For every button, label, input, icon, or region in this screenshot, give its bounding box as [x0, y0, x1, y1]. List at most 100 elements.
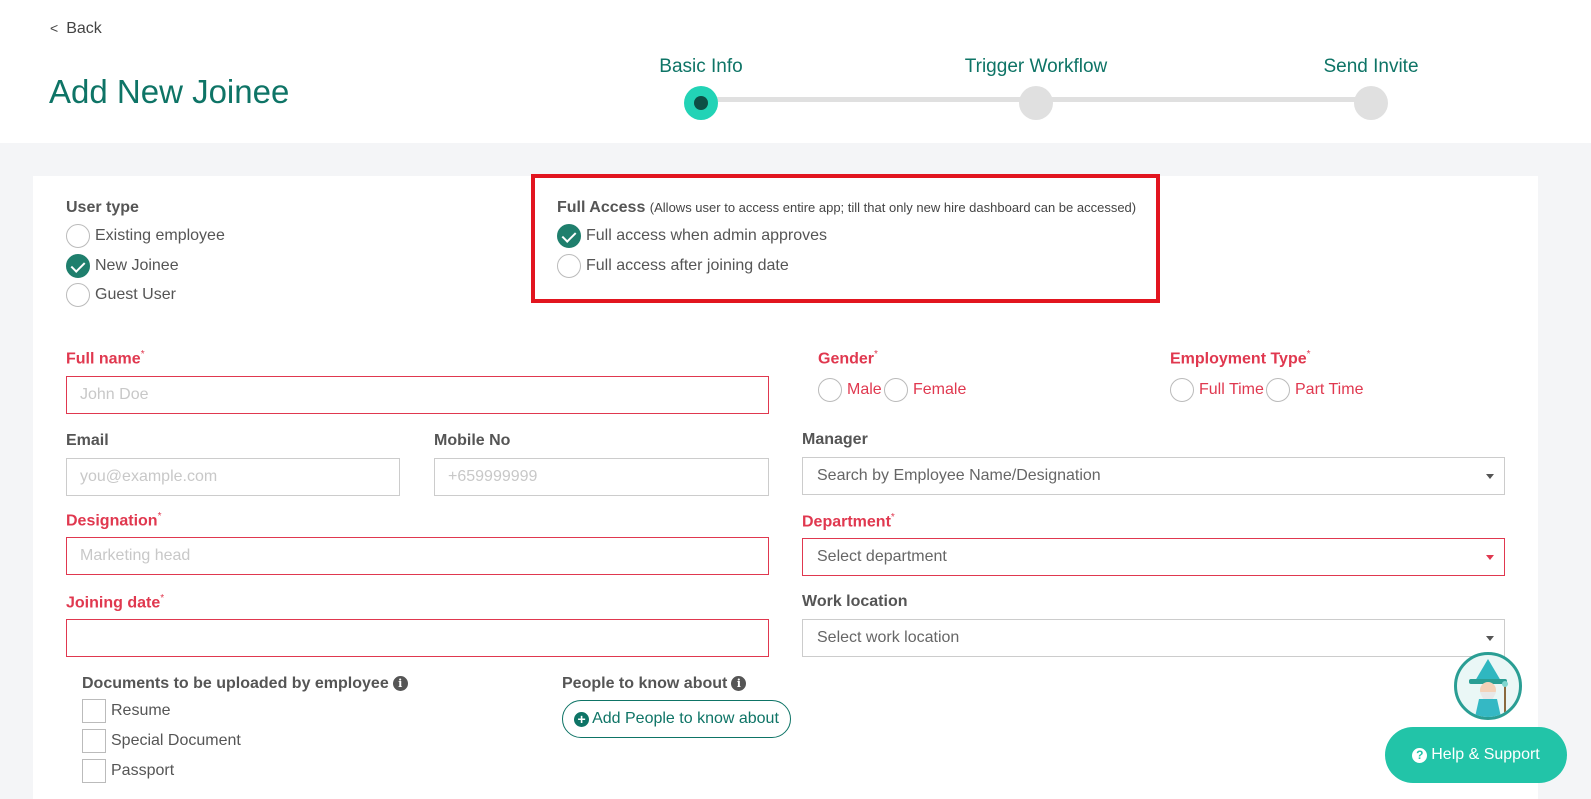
- work-location-select[interactable]: Select work location: [802, 619, 1505, 657]
- checkbox-label: Passport: [111, 762, 175, 779]
- radio-label: Guest User: [95, 286, 176, 303]
- checkbox-resume[interactable]: Resume: [82, 699, 171, 723]
- question-circle-icon: ?: [1412, 747, 1428, 763]
- radio-label: New Joinee: [95, 257, 179, 274]
- radio-new-joinee[interactable]: New Joinee: [66, 254, 179, 278]
- radio-full-access-admin[interactable]: Full access when admin approves: [557, 224, 827, 248]
- user-type-label: User type: [66, 199, 139, 216]
- label-text: Designation: [66, 512, 158, 530]
- label-text: Documents to be uploaded by employee: [82, 675, 389, 692]
- required-mark: *: [140, 349, 145, 360]
- radio-circle: [1266, 378, 1290, 402]
- checkbox-box: [82, 759, 106, 783]
- step-label-send-invite: Send Invite: [1323, 56, 1419, 77]
- radio-label: Full access after joining date: [586, 257, 789, 274]
- check-icon: [66, 254, 90, 278]
- radio-label: Full access when admin approves: [586, 227, 828, 244]
- radio-gender-male[interactable]: Male: [818, 378, 882, 402]
- plus-circle-icon: +: [574, 711, 590, 727]
- full-name-input[interactable]: [66, 376, 769, 414]
- page-title: Add New Joinee: [49, 73, 290, 110]
- form-card: User type Existing employee New Joinee G…: [33, 174, 1538, 799]
- work-location-label: Work location: [802, 593, 908, 610]
- checkbox-box: [82, 729, 106, 753]
- radio-label: Male: [847, 381, 882, 398]
- full-name-label: Full name*: [66, 349, 145, 368]
- checkbox-label: Resume: [111, 702, 171, 719]
- radio-label: Part Time: [1295, 381, 1364, 398]
- checkbox-special-document[interactable]: Special Document: [82, 729, 241, 753]
- people-label: People to know about i: [562, 675, 747, 693]
- checkbox-label: Special Document: [111, 732, 241, 749]
- full-access-title: Full Access: [557, 199, 646, 216]
- radio-circle: [66, 224, 90, 248]
- radio-gender-female[interactable]: Female: [884, 378, 966, 402]
- radio-guest-user[interactable]: Guest User: [66, 283, 176, 307]
- caret-down-icon: [1486, 474, 1494, 479]
- button-label: Help & Support: [1431, 746, 1540, 763]
- full-access-hint: (Allows user to access entire app; till …: [649, 200, 1137, 215]
- mobile-label: Mobile No: [434, 432, 511, 449]
- step-dot-basic-info[interactable]: [684, 86, 718, 120]
- step-label-basic-info: Basic Info: [659, 56, 743, 77]
- department-label: Department*: [802, 512, 895, 531]
- required-mark: *: [160, 593, 165, 604]
- department-select[interactable]: Select department: [802, 538, 1505, 576]
- select-placeholder: Select work location: [817, 629, 960, 646]
- radio-full-time[interactable]: Full Time: [1170, 378, 1264, 402]
- documents-label: Documents to be uploaded by employee i: [82, 675, 408, 693]
- check-icon: [557, 224, 581, 248]
- checkbox-passport[interactable]: Passport: [82, 759, 174, 783]
- radio-existing-employee[interactable]: Existing employee: [66, 224, 225, 248]
- radio-circle: [557, 254, 581, 278]
- select-placeholder: Search by Employee Name/Designation: [817, 467, 1101, 484]
- caret-down-icon: [1486, 555, 1494, 560]
- required-mark: *: [890, 512, 895, 523]
- radio-part-time[interactable]: Part Time: [1266, 378, 1363, 402]
- label-text: People to know about: [562, 675, 728, 692]
- stepper-track: [1036, 97, 1371, 102]
- add-people-button[interactable]: + Add People to know about: [562, 700, 791, 738]
- designation-input[interactable]: [66, 537, 769, 575]
- wizard-icon: [1469, 659, 1508, 717]
- step-label-trigger-workflow: Trigger Workflow: [964, 56, 1108, 77]
- required-mark: *: [157, 511, 162, 522]
- required-mark: *: [1306, 349, 1311, 360]
- radio-circle: [66, 283, 90, 307]
- required-mark: *: [874, 349, 878, 360]
- joining-date-input[interactable]: [66, 619, 769, 657]
- employment-type-label: Employment Type*: [1170, 349, 1311, 368]
- help-support-button[interactable]: ? Help & Support: [1385, 727, 1567, 783]
- caret-down-icon: [1486, 636, 1494, 641]
- radio-label: Existing employee: [95, 227, 225, 244]
- email-input[interactable]: [66, 458, 400, 496]
- radio-circle: [818, 378, 842, 402]
- back-link[interactable]: < Back: [50, 20, 102, 38]
- full-access-label: Full Access (Allows user to access entir…: [557, 199, 1136, 217]
- radio-full-access-joining-date[interactable]: Full access after joining date: [557, 254, 789, 278]
- step-dot-send-invite[interactable]: [1354, 86, 1388, 120]
- back-label: Back: [66, 20, 102, 37]
- page-header: < Back Add New Joinee Basic Info Trigger …: [0, 0, 1591, 143]
- info-icon[interactable]: i: [731, 676, 747, 691]
- select-placeholder: Select department: [817, 548, 947, 565]
- joining-date-label: Joining date*: [66, 593, 164, 612]
- mobile-input[interactable]: [434, 458, 769, 496]
- button-label: Add People to know about: [592, 710, 779, 727]
- radio-circle: [884, 378, 908, 402]
- radio-label: Female: [913, 381, 967, 398]
- manager-label: Manager: [802, 431, 868, 448]
- gender-label: Gender*: [818, 349, 878, 368]
- label-text: Department: [802, 513, 891, 531]
- progress-stepper: Basic Info Trigger Workflow Send Invite: [600, 50, 1500, 130]
- label-text: Full name: [66, 350, 141, 368]
- info-icon[interactable]: i: [392, 676, 408, 691]
- checkbox-box: [82, 699, 106, 723]
- label-text: Joining date: [66, 594, 161, 612]
- chevron-left-icon: <: [50, 20, 59, 36]
- radio-label: Full Time: [1199, 381, 1264, 398]
- label-text: Employment Type: [1170, 350, 1307, 368]
- step-dot-trigger-workflow[interactable]: [1019, 86, 1053, 120]
- manager-select[interactable]: Search by Employee Name/Designation: [802, 457, 1505, 495]
- wizard-assistant-avatar[interactable]: [1454, 652, 1522, 720]
